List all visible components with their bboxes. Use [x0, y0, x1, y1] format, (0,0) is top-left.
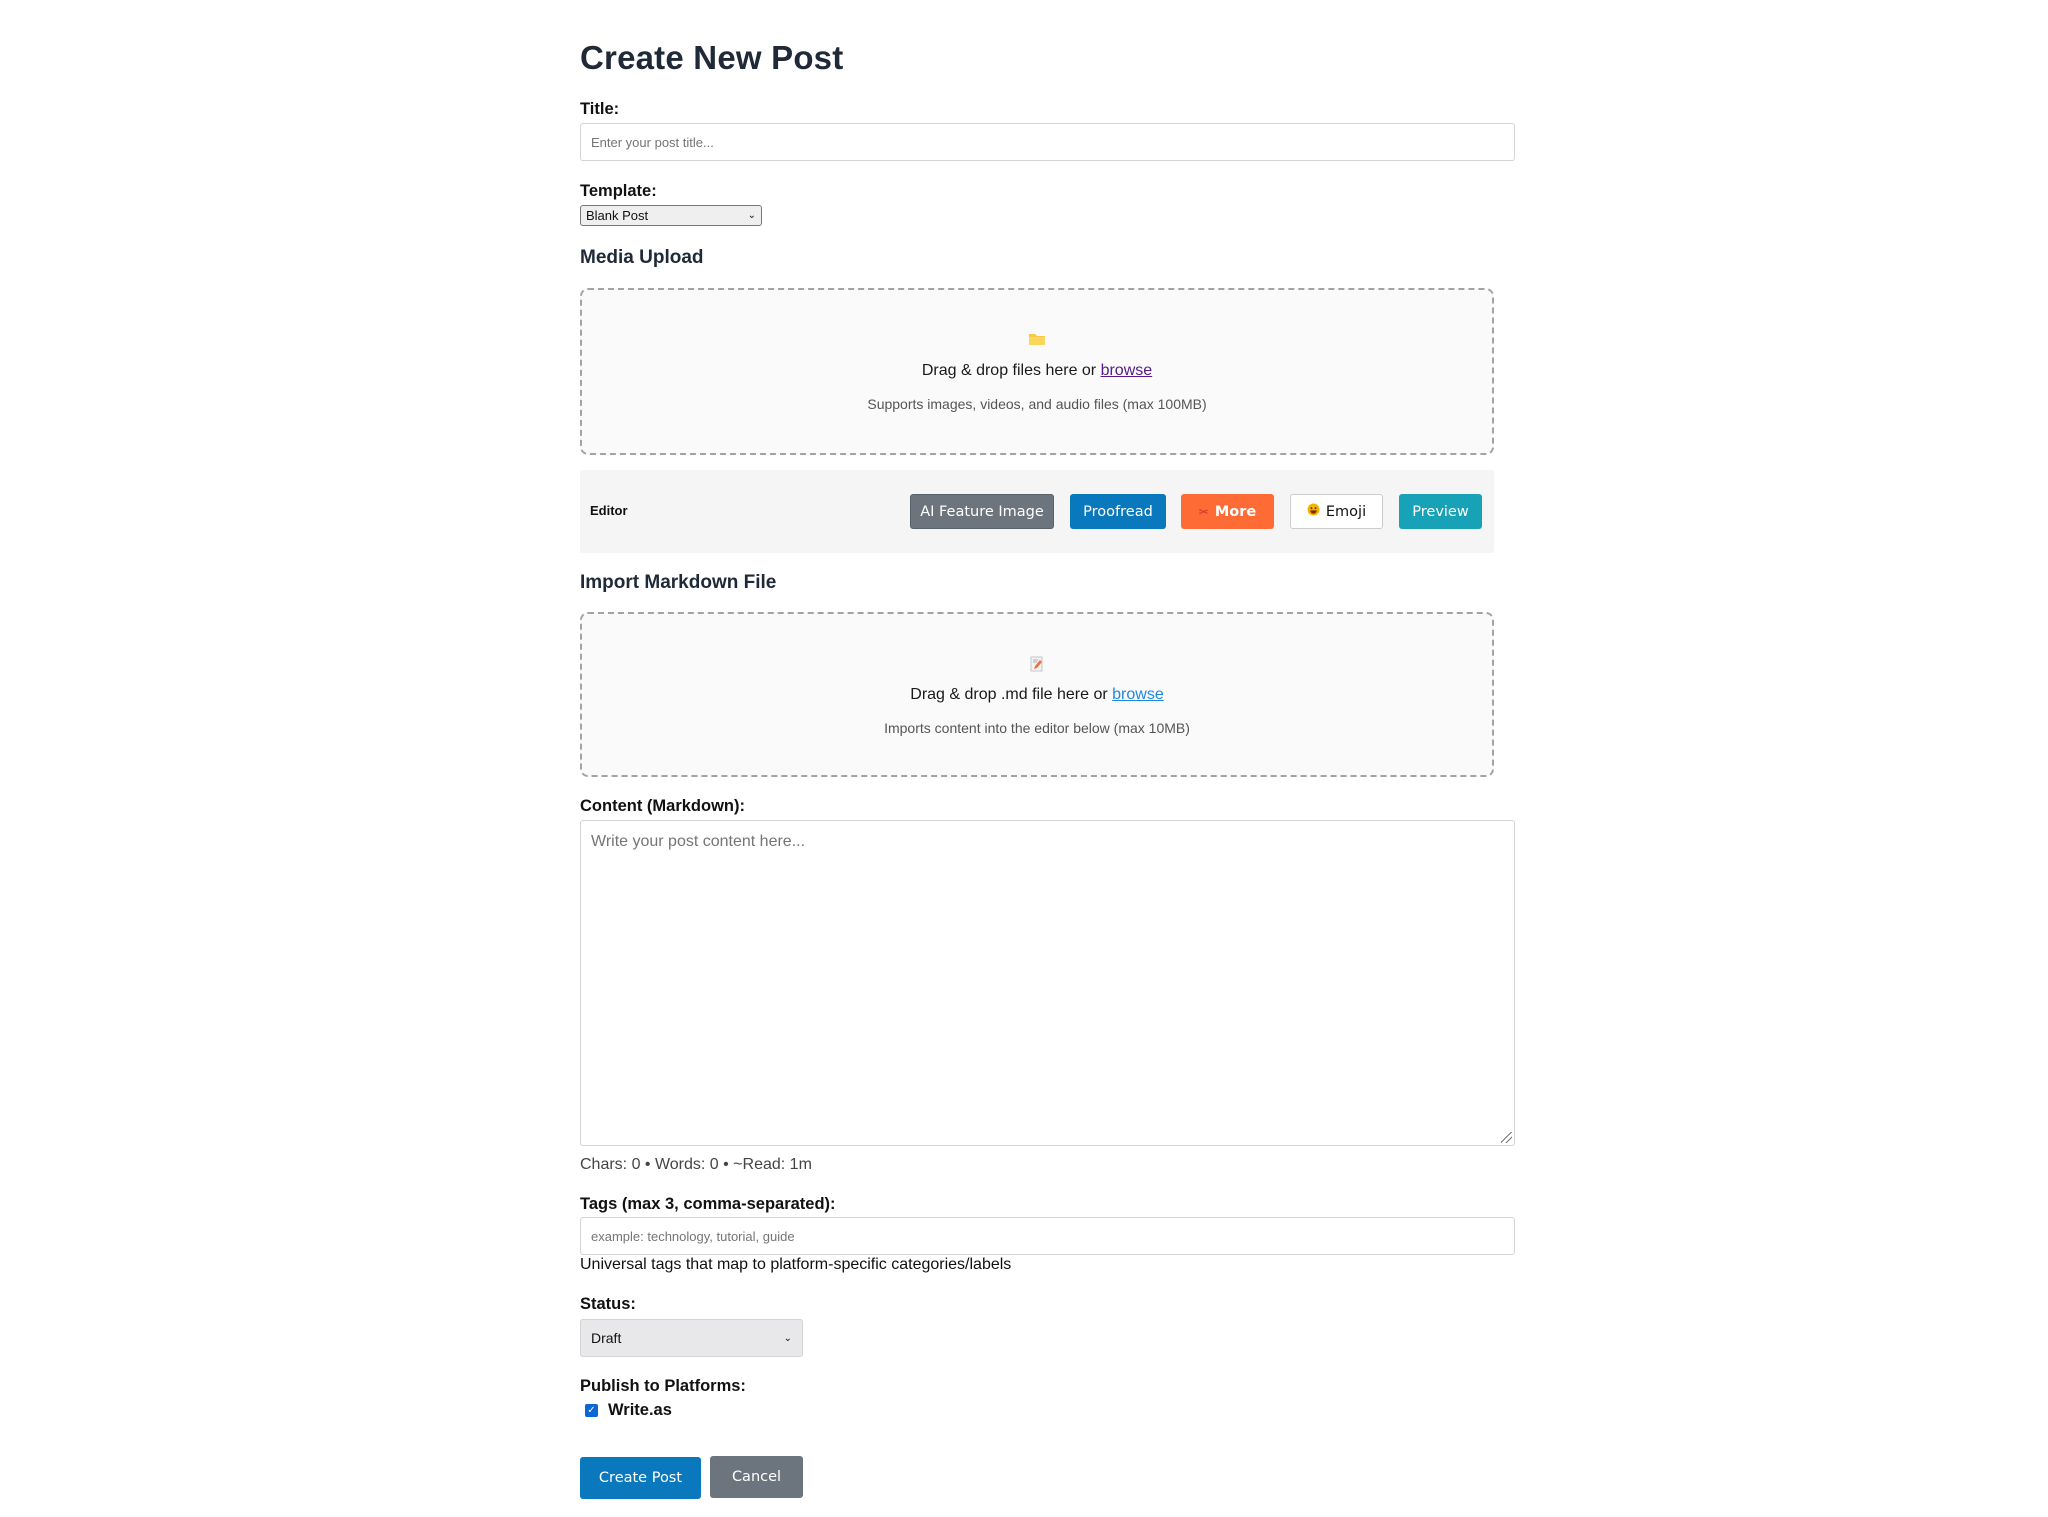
cancel-button[interactable]: Cancel: [710, 1456, 803, 1498]
markdown-dropzone-text: Drag & drop .md file here or: [910, 686, 1113, 703]
title-input[interactable]: Enter your post title...: [580, 123, 1515, 161]
markdown-dropzone-hint: Imports content into the editor below (m…: [884, 720, 1190, 736]
create-post-button[interactable]: Create Post: [580, 1457, 701, 1499]
chevron-down-icon: ⌄: [747, 210, 756, 221]
ai-feature-image-label: AI Feature Image: [920, 503, 1044, 520]
import-markdown-heading: Import Markdown File: [580, 572, 777, 593]
platforms-label: Publish to Platforms:: [580, 1377, 746, 1395]
writeas-checkbox[interactable]: ✓: [585, 1404, 598, 1417]
more-label: More: [1214, 503, 1257, 520]
tags-help-text: Universal tags that map to platform-spec…: [580, 1256, 1012, 1273]
page-title: Create New Post: [580, 39, 844, 76]
ai-feature-image-button[interactable]: AI Feature Image: [910, 494, 1054, 529]
tags-input[interactable]: example: technology, tutorial, guide: [580, 1217, 1515, 1255]
proofread-label: Proofread: [1083, 503, 1153, 520]
media-dropzone-text: Drag & drop files here or: [921, 362, 1101, 379]
create-post-label: Create Post: [598, 1470, 683, 1486]
status-selected: Draft: [591, 1330, 622, 1346]
template-select[interactable]: Blank Post ⌄: [580, 205, 762, 226]
emoji-label: Emoji: [1325, 503, 1367, 520]
content-stats: Chars: 0 • Words: 0 • ~Read: 1m: [580, 1156, 812, 1173]
more-button[interactable]: ✂ More: [1181, 494, 1274, 529]
title-placeholder: Enter your post title...: [591, 134, 714, 150]
preview-label: Preview: [1412, 503, 1469, 520]
editor-label: Editor: [590, 503, 628, 518]
status-label: Status:: [580, 1295, 636, 1313]
proofread-button[interactable]: Proofread: [1070, 494, 1166, 529]
preview-button[interactable]: Preview: [1399, 494, 1482, 529]
scissors-icon: ✂: [1198, 504, 1209, 519]
media-browse-link[interactable]: browse: [1101, 362, 1153, 379]
content-textarea[interactable]: Write your post content here...: [580, 820, 1515, 1146]
media-dropzone-hint: Supports images, videos, and audio files…: [867, 396, 1207, 412]
platform-option-writeas[interactable]: ✓ Write.as: [585, 1401, 672, 1420]
media-upload-heading: Media Upload: [580, 247, 704, 268]
tags-placeholder: example: technology, tutorial, guide: [591, 1228, 795, 1244]
markdown-browse-link[interactable]: browse: [1112, 686, 1164, 703]
smiley-icon: [1307, 503, 1320, 520]
template-selected: Blank Post: [586, 208, 649, 223]
status-select[interactable]: Draft ⌄: [580, 1319, 803, 1357]
markdown-dropzone[interactable]: Drag & drop .md file here or browse Impo…: [580, 612, 1494, 777]
emoji-button[interactable]: Emoji: [1290, 494, 1383, 529]
cancel-label: Cancel: [731, 1469, 782, 1485]
chevron-down-icon: ⌄: [783, 1332, 792, 1344]
writeas-label: Write.as: [608, 1401, 672, 1419]
editor-toolbar: Editor AI Feature Image Proofread ✂ More…: [580, 470, 1494, 553]
resize-handle[interactable]: [1501, 1132, 1512, 1143]
media-dropzone[interactable]: Drag & drop files here or browse Support…: [580, 288, 1494, 455]
folder-icon: [582, 332, 1492, 348]
title-label: Title:: [580, 100, 620, 118]
tags-label: Tags (max 3, comma-separated):: [580, 1195, 836, 1213]
content-label: Content (Markdown):: [580, 797, 745, 815]
template-label: Template:: [580, 182, 657, 200]
content-placeholder: Write your post content here...: [591, 833, 806, 850]
memo-icon: [582, 656, 1492, 674]
